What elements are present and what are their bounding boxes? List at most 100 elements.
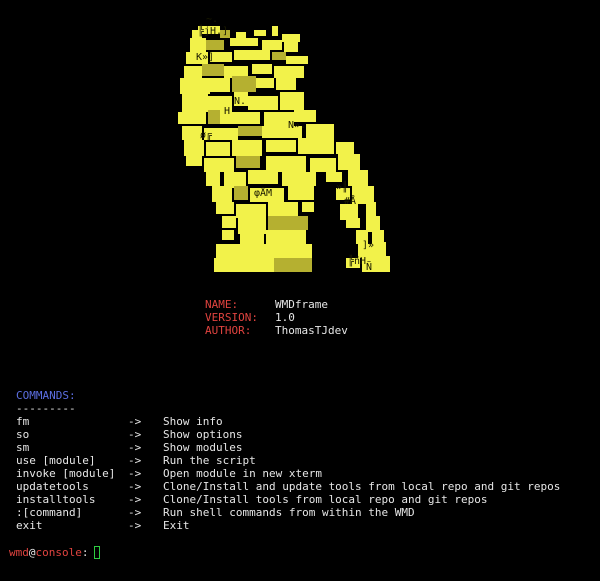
logo-block [284, 42, 298, 52]
logo-block [276, 76, 296, 90]
logo-block [372, 242, 386, 258]
command-description: Show modules [163, 441, 243, 454]
logo-block [326, 172, 342, 182]
logo-block [262, 40, 282, 50]
info-name-key: NAME: [205, 298, 239, 311]
logo-block [236, 156, 260, 168]
logo-glyph: ø╔ [200, 130, 213, 141]
command-name: fm [16, 415, 30, 428]
logo-block [222, 216, 236, 228]
command-arrow: -> [128, 454, 142, 467]
command-description: Clone/Install and update tools from loca… [163, 480, 561, 493]
logo-block [310, 158, 336, 172]
logo-glyph: #Å [344, 194, 356, 207]
commands-divider: --------- [16, 402, 76, 415]
logo-block [272, 26, 278, 36]
logo-block [216, 202, 234, 214]
command-name: sm [16, 441, 30, 454]
command-row: so -> Show options [16, 428, 596, 441]
logo-block [272, 52, 286, 60]
logo-block [282, 34, 300, 42]
logo-block [256, 78, 274, 88]
logo-block [254, 30, 266, 36]
logo-block [268, 244, 312, 258]
framework-info: NAME: WMDframe VERSION: 1.0 AUTHOR: ThomasT… [205, 298, 348, 337]
logo-block [178, 112, 206, 124]
command-description: Clone/Install tools from local repo and … [163, 493, 488, 506]
command-row: exit -> Exit [16, 519, 596, 532]
logo-block [266, 230, 306, 246]
command-row: use [module] -> Run the script [16, 454, 596, 467]
prompt-host: console [35, 545, 82, 559]
logo-block [212, 186, 232, 202]
logo-block [266, 140, 296, 152]
command-arrow: -> [128, 428, 142, 441]
info-author-key: AUTHOR: [205, 324, 252, 337]
command-description: Run the script [163, 454, 256, 467]
command-arrow: -> [128, 519, 142, 532]
command-name: invoke [module] [16, 467, 116, 480]
command-description: Show info [163, 415, 223, 428]
command-description: Show options [163, 428, 243, 441]
command-row: fm -> Show info [16, 415, 596, 428]
logo-block [186, 156, 202, 166]
logo-block [224, 172, 246, 188]
logo-block [190, 38, 206, 52]
prompt-user: wmd [9, 545, 29, 559]
logo-glyph: H [224, 106, 230, 117]
info-name-row: NAME: WMDframe [205, 298, 348, 311]
logo-glyph: ╠ñH [348, 254, 366, 267]
text-cursor[interactable] [94, 545, 101, 559]
logo-block [206, 40, 224, 50]
info-author-row: AUTHOR: ThomasTJdev [205, 324, 348, 337]
logo-block [366, 202, 376, 216]
logo-block [282, 172, 316, 186]
logo-glyph: φÅM [254, 186, 272, 199]
command-description: Exit [163, 519, 190, 532]
command-row: invoke [module] -> Open module in new xter… [16, 467, 596, 480]
logo-block [216, 244, 268, 258]
logo-block [206, 142, 230, 156]
info-author-value: ThomasTJdev [275, 324, 348, 337]
logo-block [280, 92, 304, 110]
logo-block [346, 218, 360, 228]
logo-block [180, 78, 210, 94]
logo-glyph: N». [288, 120, 306, 131]
logo-block [222, 230, 234, 240]
command-arrow: -> [128, 506, 142, 519]
command-name: so [16, 428, 30, 441]
logo-block [210, 78, 230, 92]
command-arrow: -> [128, 467, 142, 480]
prompt-at: @ [28, 545, 36, 559]
logo-glyph: »║ [336, 180, 348, 193]
command-arrow: -> [128, 480, 142, 493]
command-name: installtools [16, 493, 96, 506]
logo-block [182, 94, 208, 112]
command-name: exit [16, 519, 43, 532]
logo-block [302, 202, 314, 212]
command-name: use [module] [16, 454, 96, 467]
logo-block [288, 186, 314, 200]
command-arrow: -> [128, 441, 142, 454]
command-arrow: -> [128, 415, 142, 428]
command-prompt[interactable]: wmd @ console: [9, 545, 101, 559]
logo-block [202, 64, 224, 76]
logo-block [336, 142, 354, 154]
ascii-art-logo: ~. ╠jH.] K»] N. H N». ø╔ φÅM »║ #Å]» ╠ñH Ñ [176, 12, 390, 274]
commands-section: COMMANDS: --------- fm -> Show info so -> Sho… [16, 389, 596, 532]
logo-glyph: ╠jH.] [198, 24, 228, 37]
info-version-value: 1.0 [275, 311, 295, 324]
info-version-key: VERSION: [205, 311, 258, 324]
logo-block [232, 76, 256, 92]
command-description: Open module in new xterm [163, 467, 322, 480]
command-arrow: -> [128, 493, 142, 506]
logo-block [274, 258, 312, 272]
logo-block [366, 216, 380, 232]
logo-block [182, 126, 202, 140]
logo-block [348, 170, 368, 186]
logo-block [338, 154, 360, 170]
logo-block [238, 126, 262, 136]
logo-block [234, 186, 248, 200]
info-name-value: WMDframe [275, 298, 328, 311]
logo-block [306, 124, 334, 138]
